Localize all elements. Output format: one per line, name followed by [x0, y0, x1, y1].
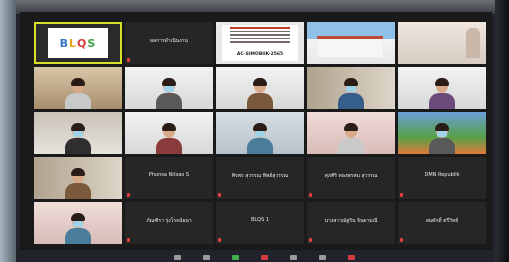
muted-mic-icon	[309, 238, 312, 242]
muted-mic-icon	[218, 238, 221, 242]
participant-video	[156, 78, 182, 109]
participant-name: BLQS 1	[250, 217, 270, 223]
participant-video	[65, 168, 91, 199]
muted-mic-icon	[400, 238, 403, 242]
participant-name: Phonsa Nitsao S	[148, 172, 190, 178]
participant-name: สมศักดิ์ ตรีวิทย์	[425, 218, 459, 224]
participant-tile[interactable]	[307, 67, 395, 109]
participant-tile[interactable]	[125, 112, 213, 154]
participant-tile[interactable]	[34, 157, 122, 199]
participants-button-icon[interactable]	[289, 254, 297, 260]
participant-video	[338, 78, 364, 109]
participant-tile[interactable]	[216, 112, 304, 154]
shared-document-thumbnail: AC-SIMOBIIK-2565	[222, 25, 298, 61]
chat-button-icon[interactable]	[318, 254, 326, 260]
participant-tile[interactable]	[398, 112, 486, 154]
participant-grid: BLQS ผลการดำเนินงาน AC-SIMOBIIK-2565 Phonsa…	[34, 22, 486, 244]
logo-letter: L	[69, 36, 78, 50]
document-title: AC-SIMOBIIK-2565	[236, 52, 284, 57]
participant-name: ภัณฑิรา รุ่งโรจน์ธนา	[146, 218, 192, 224]
participant-tile[interactable]: ผลการดำเนินงาน	[125, 22, 213, 64]
participant-video	[65, 213, 91, 244]
participant-tile[interactable]: AC-SIMOBIIK-2565	[216, 22, 304, 64]
zoom-gallery-view: BLQS ผลการดำเนินงาน AC-SIMOBIIK-2565 Phonsa…	[20, 12, 492, 260]
muted-mic-icon	[309, 193, 312, 197]
participant-tile[interactable]: Phonsa Nitsao S	[125, 157, 213, 199]
participant-tile[interactable]	[398, 22, 486, 64]
participant-tile[interactable]: ศิรพร สุวรรณ ทิพย์สุวรรณ	[216, 157, 304, 199]
participant-tile[interactable]	[398, 67, 486, 109]
participant-tile[interactable]	[34, 67, 122, 109]
logo-letter: S	[87, 36, 97, 50]
participant-video	[247, 123, 273, 154]
participant-video	[429, 123, 455, 154]
video-button-icon[interactable]	[202, 254, 210, 260]
participant-tile[interactable]: ภัณฑิรา รุ่งโรจน์ธนา	[125, 202, 213, 244]
participant-tile[interactable]	[34, 202, 122, 244]
participant-video	[338, 123, 364, 154]
building-image	[317, 36, 383, 57]
participant-name: ศุภศิริ ทองพรหม สุวรรณ	[324, 173, 378, 179]
muted-mic-icon	[218, 193, 221, 197]
logo-letter: Q	[77, 36, 88, 50]
participant-tile[interactable]: ศุภศิริ ทองพรหม สุวรรณ	[307, 157, 395, 199]
participant-video	[65, 78, 91, 109]
share-screen-button-icon[interactable]	[231, 254, 239, 260]
monitor-bezel-left	[0, 0, 16, 262]
participant-tile[interactable]	[307, 112, 395, 154]
muted-mic-icon	[127, 58, 130, 62]
muted-mic-icon	[127, 238, 130, 242]
blqs-logo: BLQS	[48, 28, 108, 58]
participant-name: ผลการดำเนินงาน	[150, 38, 188, 44]
participant-name: ศิรพร สุวรรณ ทิพย์สุวรรณ	[231, 173, 289, 179]
participant-video	[65, 123, 91, 154]
participant-tile[interactable]	[307, 22, 395, 64]
record-button-icon[interactable]	[260, 254, 268, 260]
participant-tile[interactable]: DMN Republik	[398, 157, 486, 199]
participant-video	[429, 78, 455, 109]
participant-tile[interactable]: BLQS 1	[216, 202, 304, 244]
participant-name: DMN Republik	[424, 172, 460, 178]
participant-video	[156, 123, 182, 154]
logo-letter: B	[59, 36, 70, 50]
monitor-bezel-right	[495, 0, 509, 262]
participant-tile[interactable]	[34, 112, 122, 154]
muted-mic-icon	[400, 193, 403, 197]
participant-tile[interactable]: BLQS	[34, 22, 122, 64]
participant-tile[interactable]: สมศักดิ์ ตรีวิทย์	[398, 202, 486, 244]
participant-tile[interactable]	[125, 67, 213, 109]
mute-button-icon[interactable]	[173, 254, 181, 260]
participant-tile[interactable]	[216, 67, 304, 109]
video-feed	[466, 28, 480, 58]
participant-video	[247, 78, 273, 109]
meeting-toolbar	[34, 252, 494, 262]
participant-tile[interactable]: นางสาวณัฐริน จินดามณี	[307, 202, 395, 244]
participant-name: นางสาวณัฐริน จินดามณี	[324, 218, 378, 224]
leave-button-icon[interactable]	[347, 254, 355, 260]
muted-mic-icon	[127, 193, 130, 197]
